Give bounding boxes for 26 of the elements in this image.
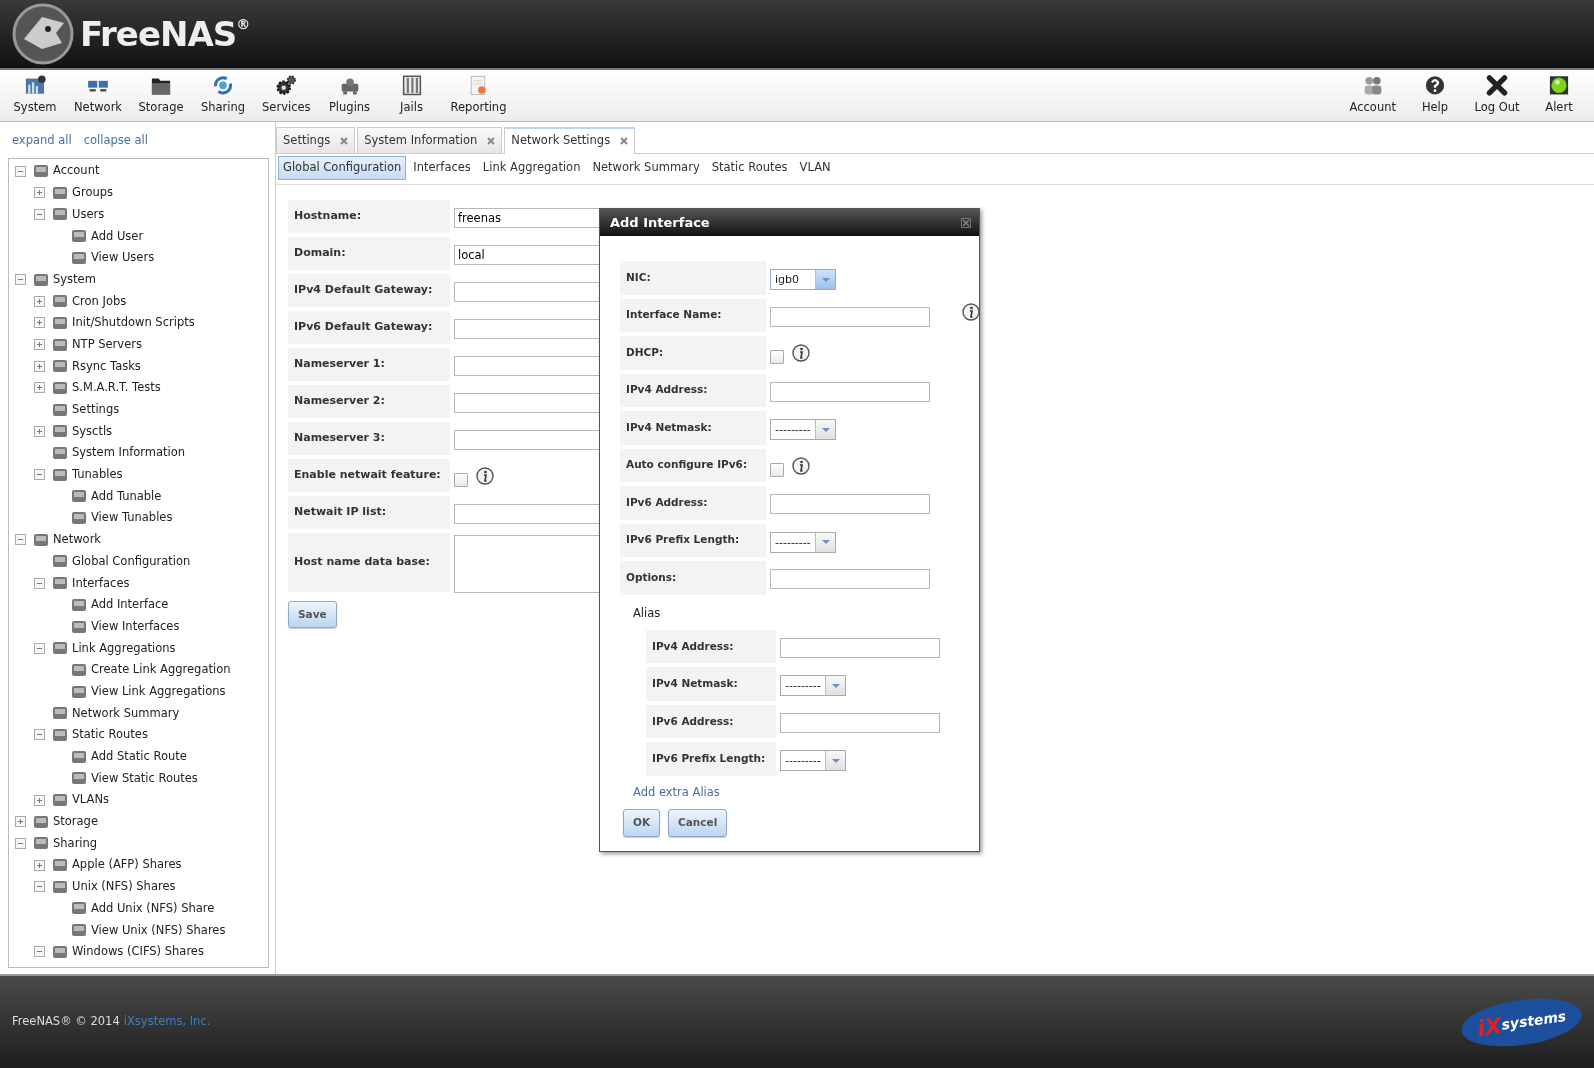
field-label: IPv4 Netmask: (620, 411, 766, 445)
copyright-text: FreeNAS® © 2014 (12, 1013, 120, 1031)
field-label: Netwait IP list: (288, 495, 450, 529)
field-label: Nameserver 1: (288, 347, 450, 381)
field-label: Nameserver 3: (288, 421, 450, 455)
field-label: Options: (620, 561, 766, 595)
field-label: Domain: (288, 236, 450, 270)
field-label: Enable netwait feature: (288, 458, 450, 492)
field-label: IPv6 Prefix Length: (646, 742, 776, 776)
field-label: IPv4 Address: (646, 629, 776, 664)
logo-text: FreeNAS$^{®}$ (80, 12, 250, 56)
field-label: IPv6 Default Gateway: (288, 310, 450, 344)
field-label: Hostname: (288, 199, 450, 233)
field-label: IPv4 Netmask: (646, 667, 776, 701)
field-label: DHCP: (620, 336, 766, 370)
field-label: IPv4 Address: (620, 373, 766, 407)
field-label: IPv6 Prefix Length: (620, 523, 766, 557)
field-label: IPv6 Address: (620, 486, 766, 520)
field-label: Host name data base: (288, 532, 450, 592)
field-label: IPv6 Address: (646, 704, 776, 739)
field-label: Auto configure IPv6: (620, 448, 766, 482)
field-label: Nameserver 2: (288, 384, 450, 418)
field-label: Interface Name: (620, 298, 766, 332)
field-label: IPv4 Default Gateway: (288, 273, 450, 307)
field-label: NIC: (620, 261, 766, 295)
section-title: Alias (632, 604, 662, 622)
